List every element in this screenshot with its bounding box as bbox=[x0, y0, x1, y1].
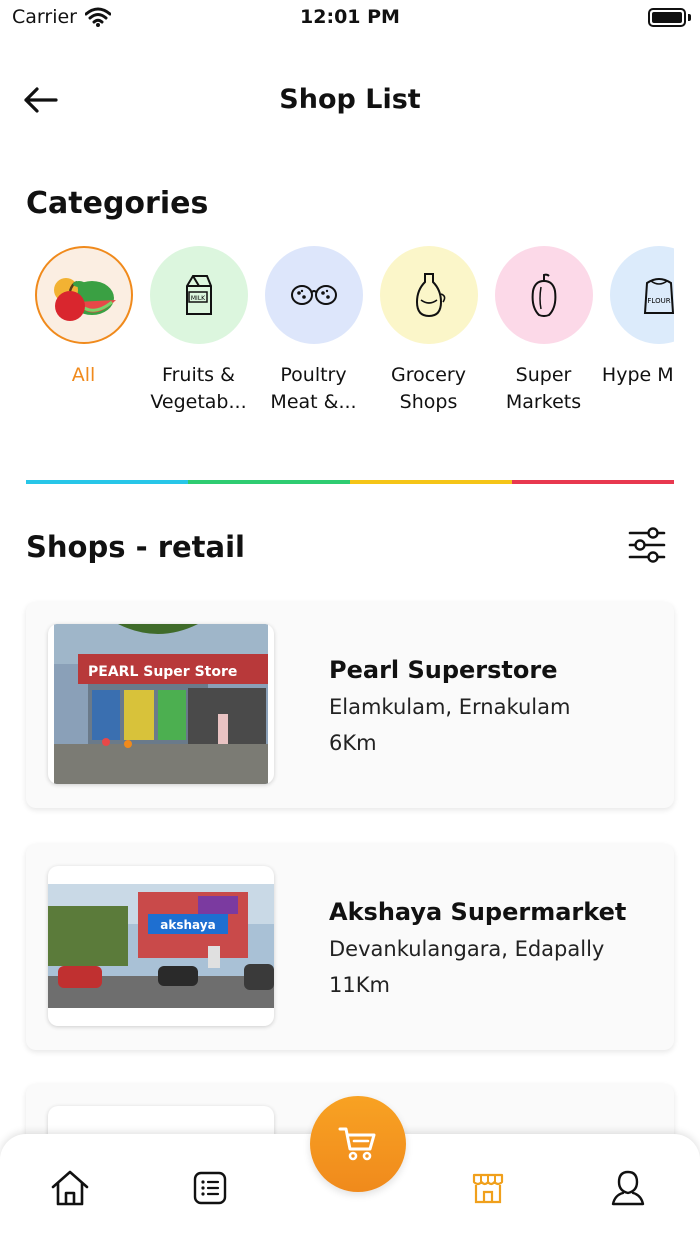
shop-card[interactable]: PEARL Super Store Pearl Superstore Elamk… bbox=[26, 602, 674, 808]
category-label: Fruits & Vegetab... bbox=[150, 364, 247, 413]
pepper-icon bbox=[531, 273, 556, 317]
tab-shops[interactable] bbox=[464, 1164, 512, 1212]
cart-icon bbox=[338, 1127, 376, 1161]
storefront-photo: akshaya bbox=[48, 884, 274, 1008]
category-circle: FLOUR bbox=[609, 246, 674, 344]
tab-orders[interactable] bbox=[186, 1164, 234, 1212]
divider-segment bbox=[188, 480, 350, 484]
shop-image: akshaya bbox=[48, 866, 274, 1026]
category-circle bbox=[34, 246, 133, 344]
store-icon bbox=[472, 1173, 504, 1204]
shop-location: Elamkulam, Ernakulam bbox=[329, 695, 571, 719]
shop-sign-text: akshaya bbox=[160, 918, 215, 932]
list-icon bbox=[193, 1171, 227, 1205]
svg-text:MILK: MILK bbox=[190, 295, 205, 302]
category-circle bbox=[264, 246, 363, 344]
meat-icon bbox=[290, 285, 337, 305]
category-poultry-meat[interactable]: Poultry Meat &... bbox=[256, 246, 371, 416]
category-label: Poultry Meat &... bbox=[270, 364, 357, 413]
divider-segment bbox=[512, 480, 674, 484]
categories-heading: Categories bbox=[26, 186, 209, 221]
divider-segment bbox=[350, 480, 512, 484]
battery-icon bbox=[648, 8, 686, 27]
shop-name: Pearl Superstore bbox=[329, 656, 558, 684]
tab-home[interactable] bbox=[46, 1164, 94, 1212]
category-grocery[interactable]: Grocery Shops bbox=[371, 246, 486, 416]
milk-carton-icon: MILK bbox=[185, 275, 212, 315]
home-icon bbox=[51, 1170, 89, 1206]
shop-image: PEARL Super Store bbox=[48, 624, 274, 784]
category-circle: MILK bbox=[149, 246, 248, 344]
shop-sign-text: PEARL Super Store bbox=[88, 664, 237, 680]
category-hyper-markets[interactable]: FLOUR Hype Marke bbox=[601, 246, 674, 389]
fruits-vegetables-icon bbox=[53, 278, 116, 321]
shop-distance: 11Km bbox=[329, 973, 390, 997]
battery-cap bbox=[688, 14, 691, 21]
category-circle bbox=[379, 246, 478, 344]
category-label: All bbox=[71, 364, 96, 386]
category-super-markets[interactable]: Super Markets bbox=[486, 246, 601, 416]
sliders-icon bbox=[628, 527, 666, 563]
category-list: All MILK Fruits & Vegetab... Poultry Mea… bbox=[26, 246, 674, 426]
cart-button[interactable] bbox=[310, 1096, 406, 1192]
profile-icon bbox=[611, 1170, 645, 1206]
color-divider bbox=[26, 480, 674, 484]
category-circle bbox=[494, 246, 593, 344]
svg-text:FLOUR: FLOUR bbox=[647, 297, 670, 305]
shop-distance: 6Km bbox=[329, 731, 377, 755]
shop-location: Devankulangara, Edapally bbox=[329, 937, 605, 961]
divider-segment bbox=[26, 480, 188, 484]
shops-heading: Shops - retail bbox=[26, 530, 245, 564]
tab-profile[interactable] bbox=[604, 1164, 652, 1212]
flour-bag-icon: FLOUR bbox=[643, 278, 674, 314]
page-title: Shop List bbox=[279, 84, 421, 115]
category-label: Super Markets bbox=[505, 364, 582, 413]
storefront-photo: PEARL Super Store bbox=[54, 624, 268, 784]
oil-bottle-icon bbox=[415, 273, 445, 318]
shop-card[interactable]: akshaya Akshaya Supermarket Devankulanga… bbox=[26, 844, 674, 1050]
filter-button[interactable] bbox=[626, 526, 668, 564]
category-label: Hype Marke bbox=[601, 364, 674, 386]
shop-name: Akshaya Supermarket bbox=[329, 898, 627, 926]
status-bar: Carrier 12:01 PM bbox=[0, 0, 700, 36]
status-time: 12:01 PM bbox=[300, 6, 400, 28]
category-label: Grocery Shops bbox=[391, 364, 466, 413]
category-all[interactable]: All bbox=[26, 246, 141, 389]
category-fruits-vegetables[interactable]: MILK Fruits & Vegetab... bbox=[141, 246, 256, 416]
